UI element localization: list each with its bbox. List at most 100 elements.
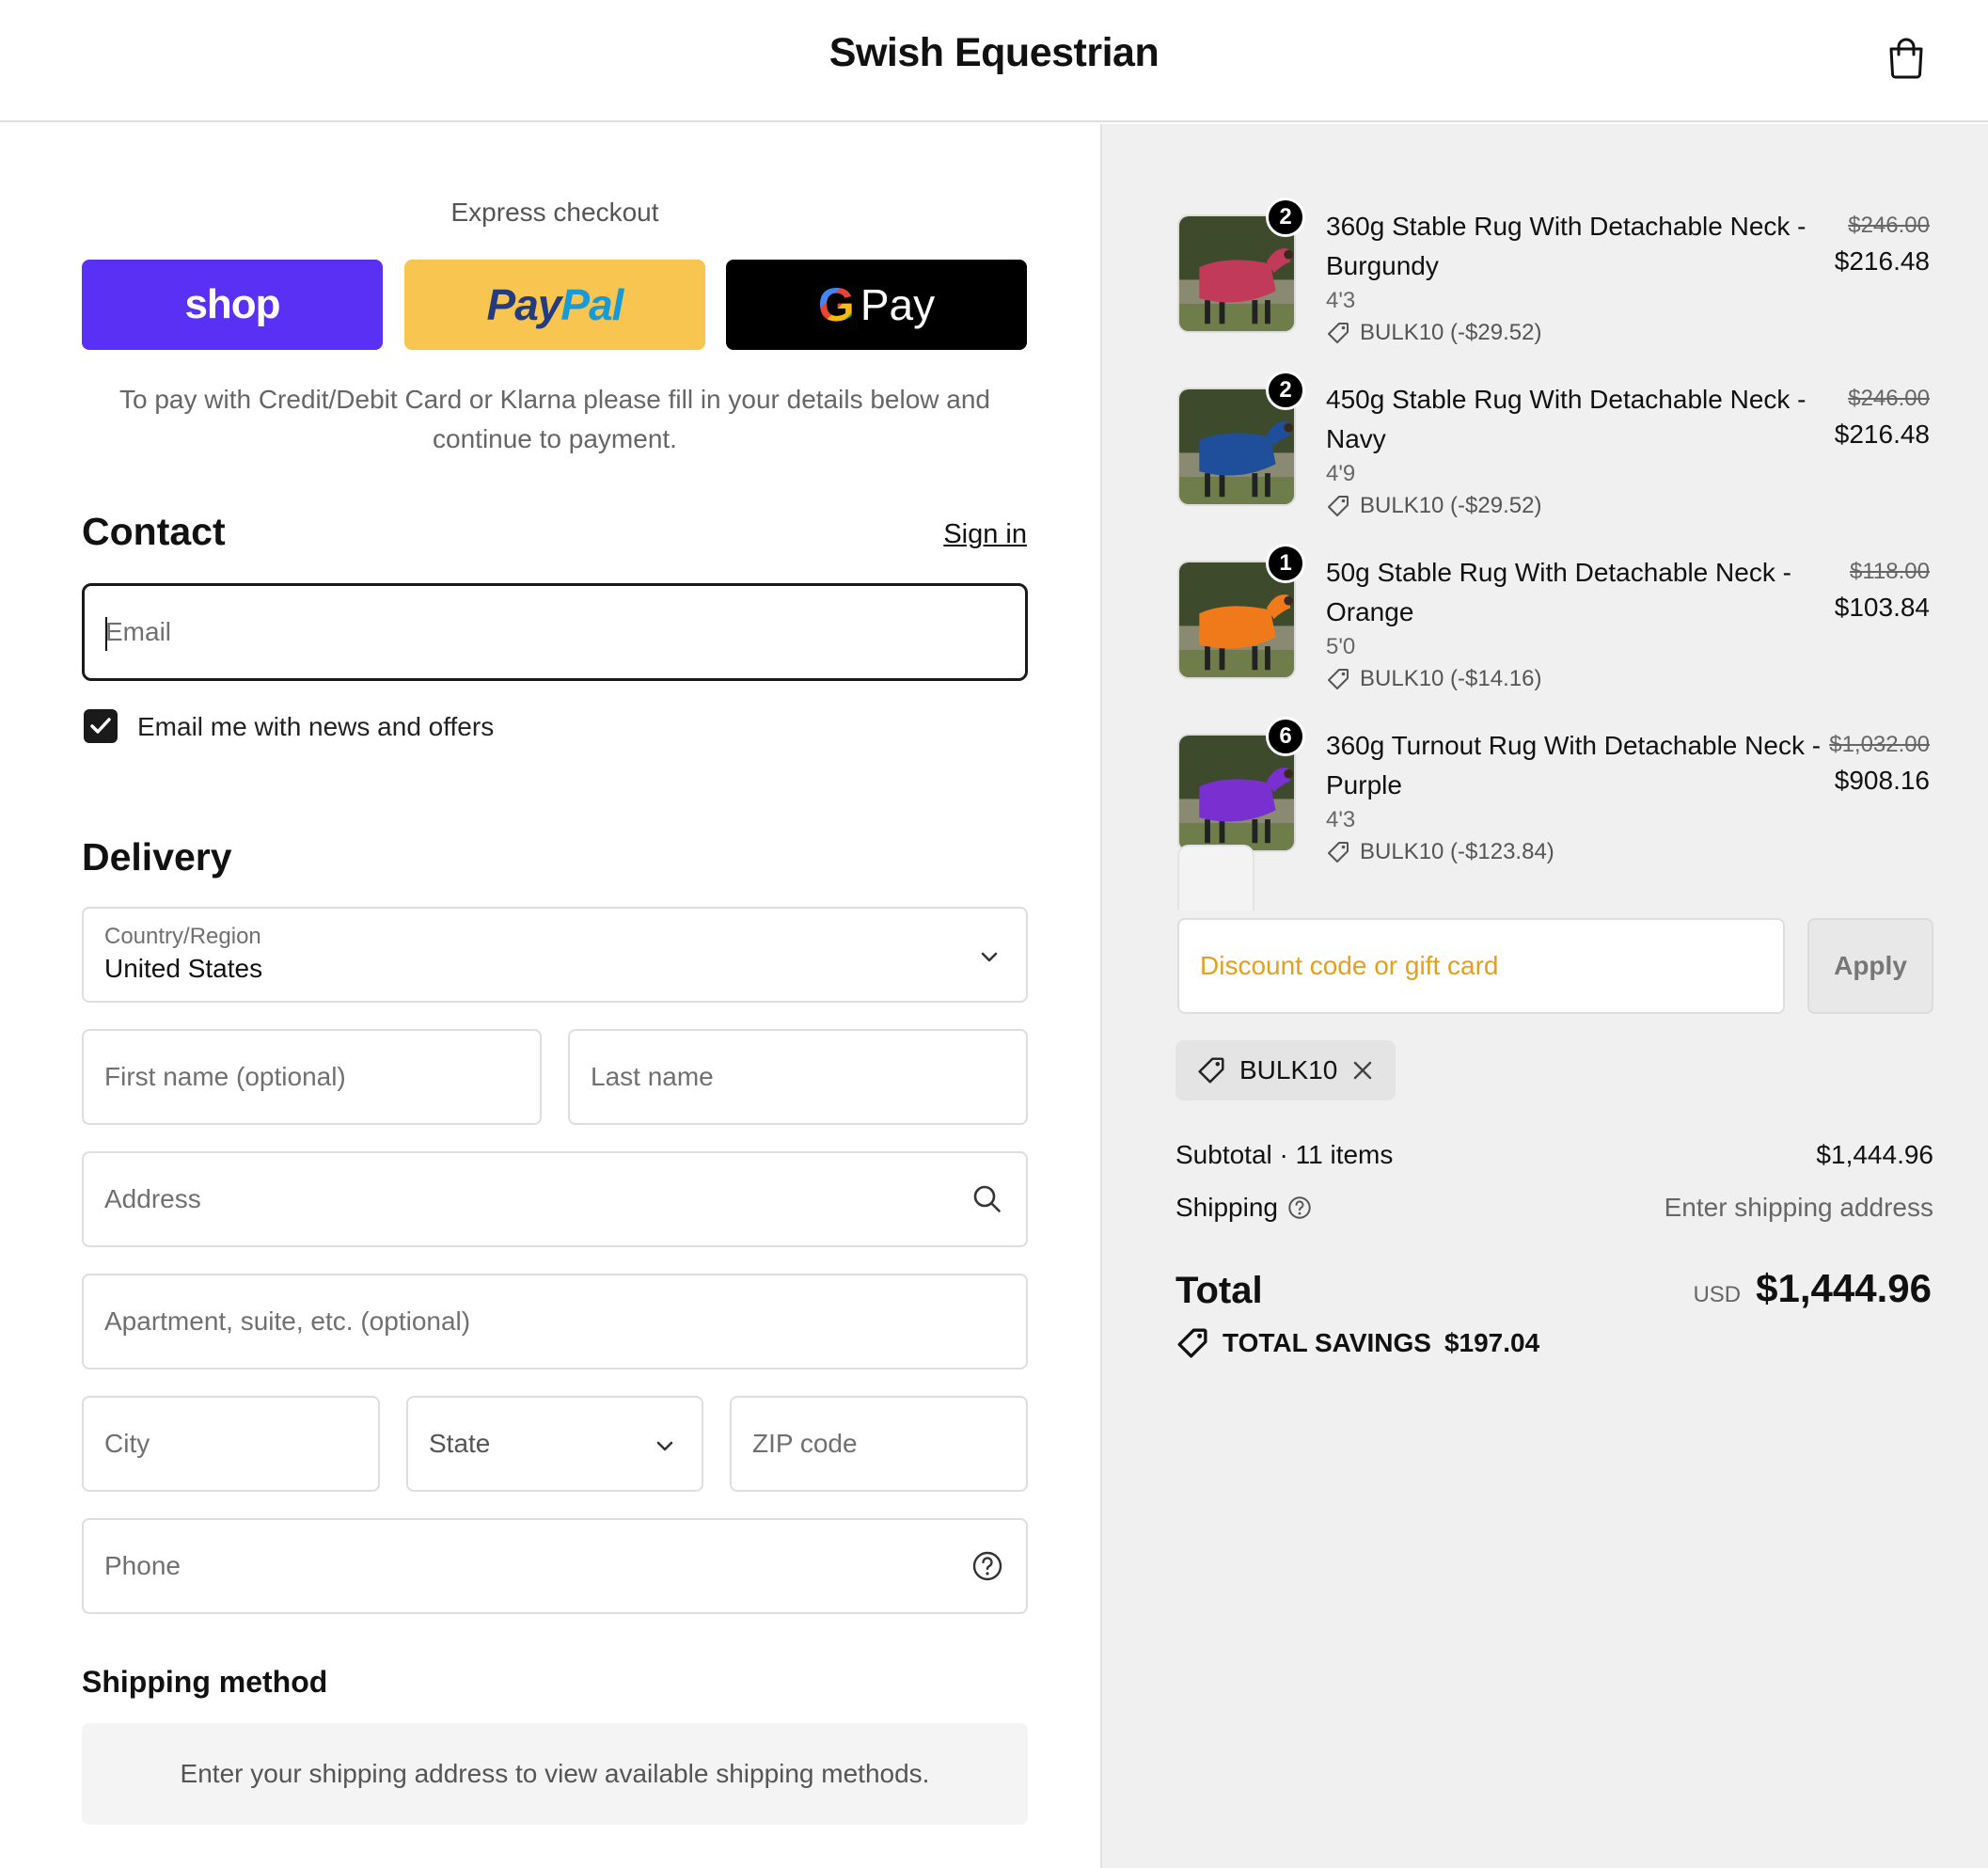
product-discount: BULK10 (-$14.16) (1326, 666, 1541, 692)
shop-pay-label: shop (184, 281, 280, 327)
shop-pay-button[interactable]: shop (82, 260, 383, 350)
google-pay-button[interactable]: G Pay (726, 260, 1027, 350)
shipping-label: Shipping (1175, 1193, 1278, 1222)
tag-icon (1328, 669, 1349, 689)
discount-code-placeholder: Discount code or gift card (1200, 951, 1499, 980)
payment-note: To pay with Credit/Debit Card or Klarna … (118, 385, 991, 453)
store-brand[interactable]: Swish Equestrian (0, 30, 1988, 76)
shipping-method-note-text: Enter your shipping address to view avai… (180, 1759, 930, 1788)
city-placeholder: City (104, 1429, 150, 1458)
last-name-field[interactable]: Last name (568, 1029, 1028, 1125)
phone-field[interactable]: Phone (82, 1518, 1028, 1614)
product-name: 450g Stable Rug With Detachable Neck - N… (1326, 385, 1807, 453)
last-name-placeholder: Last name (591, 1062, 714, 1091)
line-item: 2 450g Stable Rug With Detachable Neck - … (1177, 371, 1930, 540)
apartment-placeholder: Apartment, suite, etc. (optional) (104, 1306, 471, 1336)
total-savings: TOTAL SAVINGS $197.04 (1175, 1326, 1539, 1360)
newsletter-label: Email me with news and offers (137, 712, 495, 741)
original-price: $118.00 (1850, 559, 1930, 584)
discounted-price: $908.16 (1834, 766, 1930, 795)
quantity-badge: 1 (1266, 544, 1305, 583)
total-value: $1,444.96 (1756, 1266, 1932, 1310)
line-item: 6 360g Turnout Rug With Detachable Neck -… (1177, 717, 1930, 886)
tag-icon (1198, 1057, 1224, 1084)
total-currency: USD (1693, 1282, 1742, 1307)
product-name: 360g Stable Rug With Detachable Neck - B… (1326, 212, 1807, 280)
shipping-method-heading: Shipping method (82, 1665, 328, 1699)
checkmark-icon (90, 718, 111, 734)
help-circle-icon[interactable] (971, 1550, 1003, 1582)
chevron-down-icon (656, 1441, 673, 1451)
close-icon[interactable] (1350, 1058, 1375, 1083)
google-g-icon: G (817, 278, 855, 331)
product-discount: BULK10 (-$29.52) (1326, 320, 1541, 346)
product-discount: BULK10 (-$29.52) (1326, 493, 1541, 519)
country-select[interactable]: Country/Region United States (82, 907, 1028, 1003)
phone-placeholder: Phone (104, 1551, 181, 1580)
tag-icon (1328, 496, 1349, 516)
google-pay-label: Pay (860, 280, 936, 329)
shipping-method-note: Enter your shipping address to view avai… (82, 1723, 1028, 1825)
order-summary: 2 360g Stable Rug With Detachable Neck - … (1100, 124, 1988, 1868)
discount-text: BULK10 (-$14.16) (1360, 666, 1542, 691)
product-name: 360g Turnout Rug With Detachable Neck - … (1326, 731, 1822, 799)
quantity-badge: 2 (1266, 371, 1305, 410)
country-label: Country/Region (104, 924, 261, 949)
original-price: $246.00 (1848, 213, 1930, 238)
discount-text: BULK10 (-$29.52) (1360, 320, 1542, 345)
sign-in-link[interactable]: Sign in (943, 519, 1027, 550)
subtotal-label: Subtotal · 11 items (1175, 1140, 1394, 1169)
line-item: 2 360g Stable Rug With Detachable Neck - … (1177, 198, 1930, 367)
paypal-button[interactable]: Pay Pal (404, 260, 705, 350)
apartment-field[interactable]: Apartment, suite, etc. (optional) (82, 1274, 1028, 1369)
checkout-form: Express checkout shop Pay Pal G Pay To pay… (0, 124, 1100, 1868)
zip-placeholder: ZIP code (752, 1429, 858, 1458)
discounted-price: $103.84 (1834, 593, 1930, 622)
quantity-badge: 6 (1266, 717, 1305, 756)
product-variant: 4'3 (1326, 807, 1356, 832)
product-variant: 4'3 (1326, 288, 1356, 313)
paypal-label-a: Pay (486, 280, 562, 329)
state-placeholder: State (429, 1429, 491, 1458)
total-amount: USD $1,444.96 (1693, 1266, 1932, 1311)
state-select[interactable]: State (406, 1396, 703, 1492)
discounted-price: $216.48 (1834, 420, 1930, 449)
savings-value: $197.04 (1444, 1328, 1540, 1357)
quantity-badge: 2 (1266, 198, 1305, 237)
subtotal-value: $1,444.96 (1816, 1140, 1933, 1169)
product-name: 50g Stable Rug With Detachable Neck - Or… (1326, 558, 1791, 626)
shipping-label-wrap: Shipping (1175, 1193, 1312, 1223)
first-name-placeholder: First name (optional) (104, 1062, 346, 1091)
product-discount: BULK10 (-$123.84) (1326, 839, 1554, 865)
email-placeholder: Email (105, 617, 172, 646)
contact-heading: Contact (82, 510, 226, 553)
collapsed-thumbnail (1177, 845, 1254, 910)
shipping-value: Enter shipping address (1664, 1193, 1933, 1222)
paypal-label-b: Pal (560, 280, 623, 329)
zip-field[interactable]: ZIP code (730, 1396, 1028, 1492)
city-field[interactable]: City (82, 1396, 380, 1492)
total-label: Total (1175, 1270, 1263, 1311)
tag-icon (1328, 323, 1349, 343)
shopping-bag-icon[interactable] (1886, 36, 1926, 79)
email-field[interactable]: Email (82, 583, 1028, 681)
express-checkout-title: Express checkout (450, 198, 659, 227)
address-field[interactable]: Address (82, 1151, 1028, 1247)
discount-code-field[interactable]: Discount code or gift card (1177, 918, 1785, 1014)
header: Swish Equestrian (0, 0, 1988, 122)
applied-discount-code: BULK10 (1239, 1055, 1338, 1084)
delivery-heading: Delivery (82, 835, 232, 879)
savings-label: TOTAL SAVINGS (1223, 1328, 1431, 1357)
product-variant: 4'9 (1326, 461, 1356, 486)
country-value: United States (104, 954, 263, 983)
line-item: 1 50g Stable Rug With Detachable Neck - O… (1177, 544, 1930, 713)
help-circle-icon[interactable] (1287, 1195, 1312, 1220)
newsletter-checkbox[interactable] (84, 709, 118, 743)
apply-discount-button[interactable]: Apply (1807, 918, 1933, 1014)
applied-discount-chip: BULK10 (1175, 1040, 1396, 1100)
original-price: $246.00 (1848, 386, 1930, 411)
chevron-down-icon (981, 952, 998, 962)
product-variant: 5'0 (1326, 634, 1356, 659)
discounted-price: $216.48 (1834, 246, 1930, 276)
first-name-field[interactable]: First name (optional) (82, 1029, 542, 1125)
